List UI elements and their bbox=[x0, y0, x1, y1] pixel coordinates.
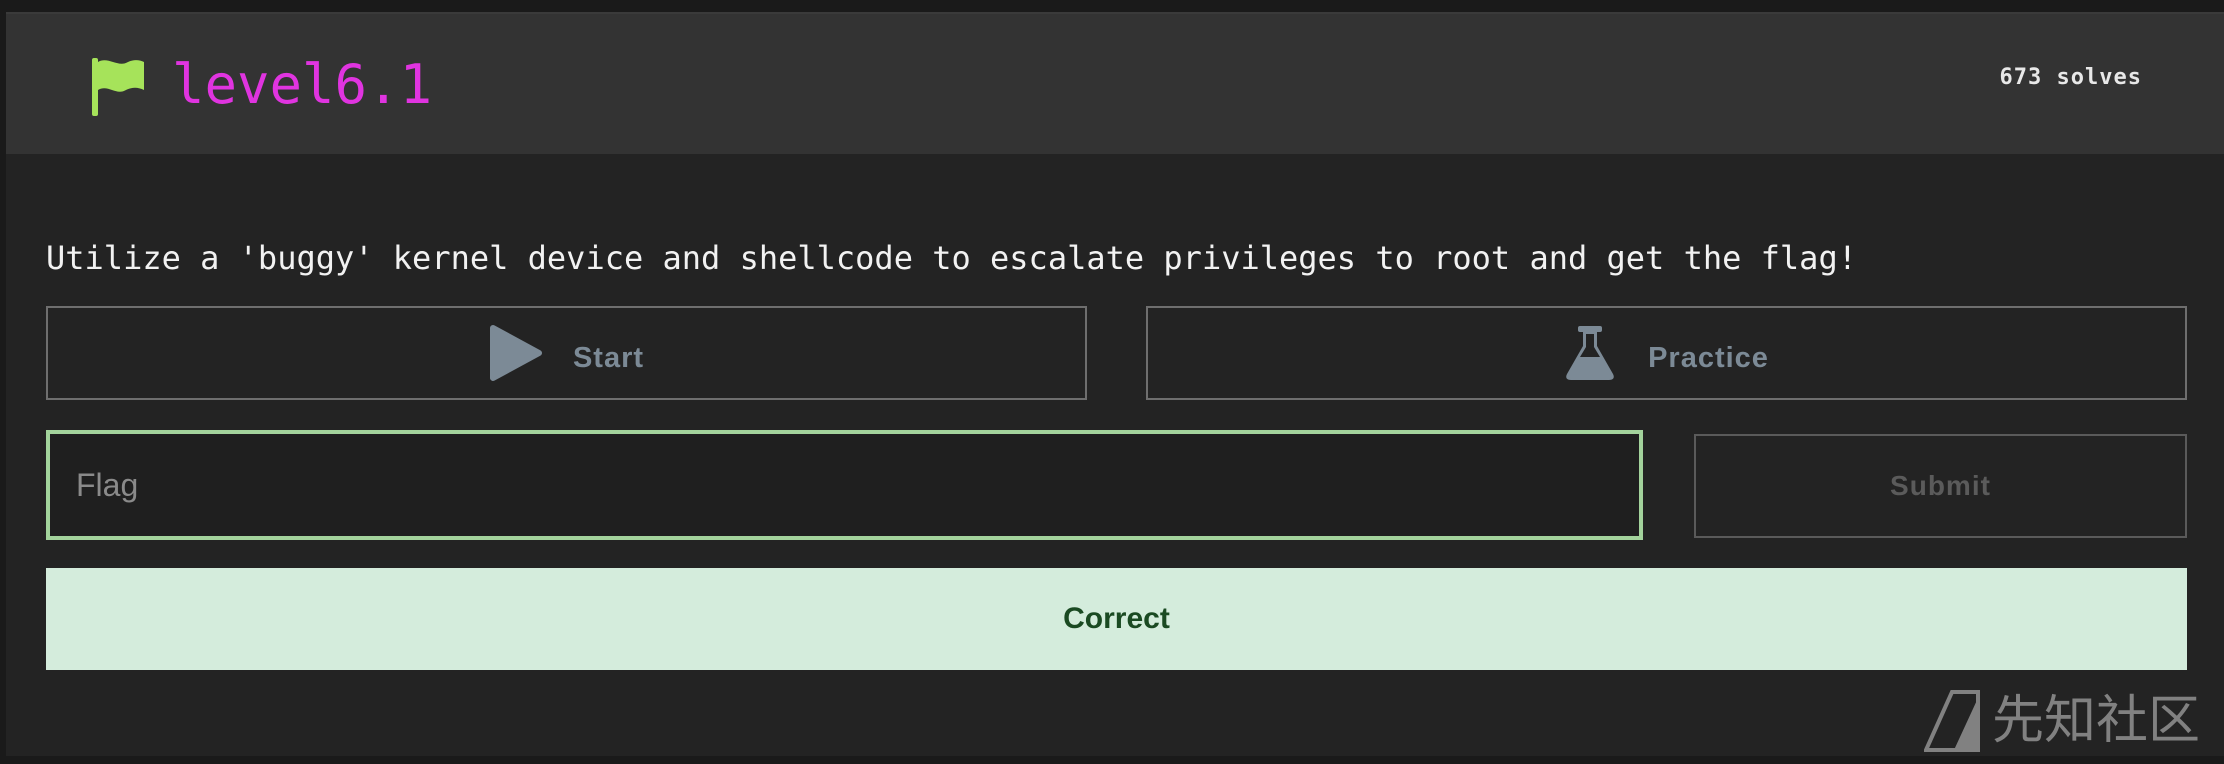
watermark-logo-icon bbox=[1924, 690, 1980, 752]
watermark-text: 先知社区 bbox=[1992, 691, 2201, 751]
correct-banner: Correct bbox=[46, 568, 2187, 670]
challenge-header[interactable]: level6.1 673 solves bbox=[6, 14, 2224, 154]
challenge-description: Utilize a 'buggy' kernel device and shel… bbox=[46, 239, 1857, 277]
solves-count: 673 solves bbox=[1999, 65, 2142, 90]
practice-button-label: Practice bbox=[1648, 341, 1769, 374]
start-button[interactable]: Start bbox=[46, 306, 1087, 400]
flask-icon bbox=[1566, 326, 1614, 380]
flag-icon bbox=[92, 58, 144, 116]
start-button-label: Start bbox=[572, 341, 645, 374]
practice-button[interactable]: Practice bbox=[1146, 306, 2187, 400]
correct-message: Correct bbox=[1063, 602, 1170, 635]
play-icon bbox=[489, 325, 542, 381]
challenge-title: level6.1 bbox=[172, 53, 433, 116]
flag-input[interactable] bbox=[46, 430, 1643, 540]
challenge-card: level6.1 673 solves Utilize a 'buggy' ke… bbox=[6, 12, 2224, 756]
submit-button[interactable]: Submit bbox=[1694, 434, 2187, 538]
watermark: 先知社区 bbox=[1924, 690, 2200, 752]
